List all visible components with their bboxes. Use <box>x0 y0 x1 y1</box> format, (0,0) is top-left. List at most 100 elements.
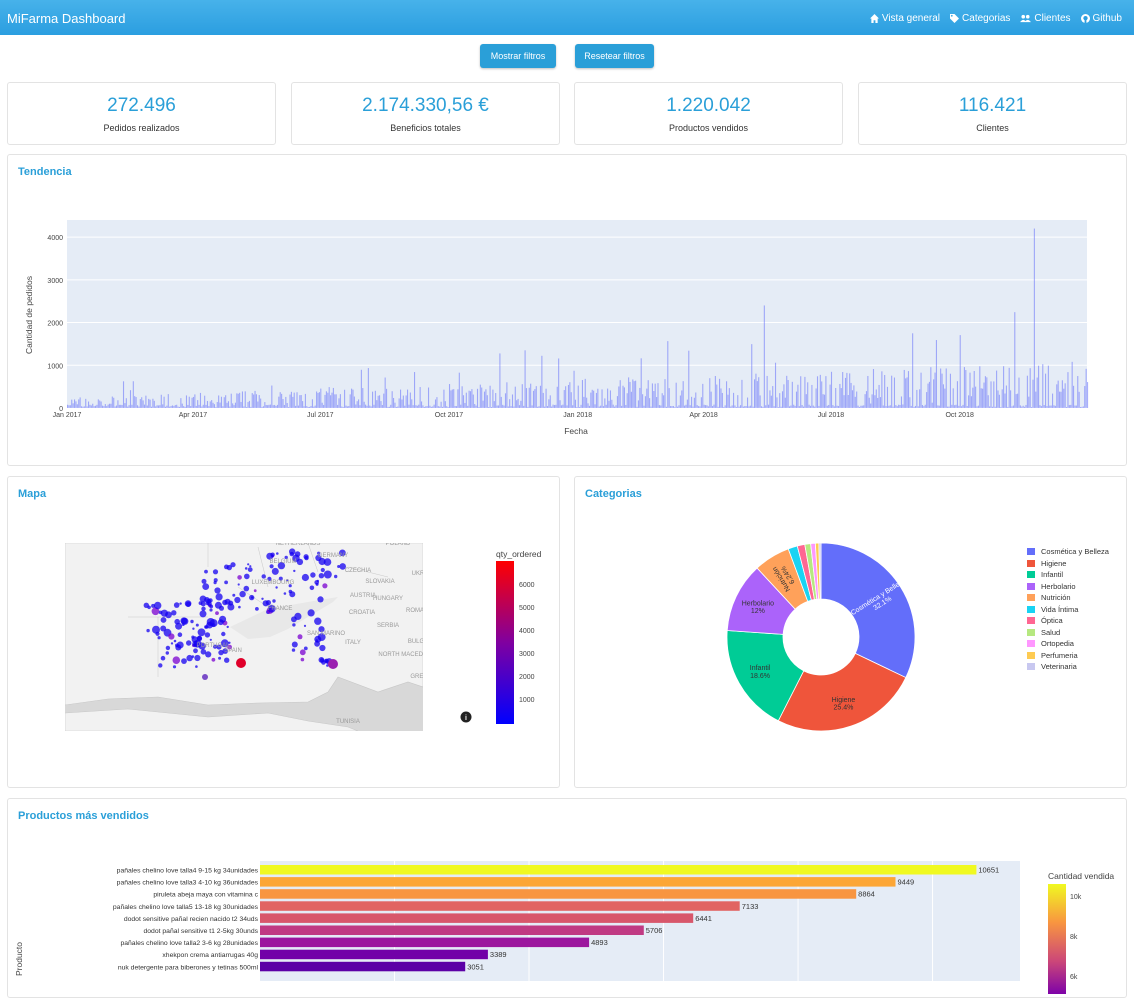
trend-bar <box>383 393 385 408</box>
product-bar[interactable] <box>260 901 740 911</box>
trend-bar <box>940 368 942 408</box>
products-bar-chart[interactable]: 10651 9449 8864 7133 6441 5706 4893 3389 3051 pa… <box>8 799 1126 999</box>
x-tick-label: Apr 2017 <box>179 412 208 419</box>
legend-item[interactable]: Vida Íntima <box>1027 605 1078 614</box>
trend-bar <box>566 405 568 408</box>
nav-link-vista-general[interactable]: Vista general <box>869 13 940 24</box>
colorbar <box>496 561 514 724</box>
map-dot <box>226 625 229 629</box>
map-dot <box>173 639 177 643</box>
trend-bar <box>344 389 346 408</box>
trend-bar <box>261 406 263 408</box>
map-dot <box>307 609 315 617</box>
trend-bar <box>232 403 234 408</box>
trend-bar <box>872 369 875 408</box>
trend-bar <box>103 406 105 408</box>
y-axis-label: Producto <box>14 942 24 976</box>
trend-bar <box>1028 396 1030 408</box>
pie-slice[interactable] <box>820 542 916 679</box>
trend-bar <box>110 403 112 408</box>
show-filters-button[interactable]: Mostrar filtros <box>480 44 556 68</box>
trend-bar <box>941 373 943 408</box>
map-dot <box>181 658 187 664</box>
map-dot <box>222 599 228 606</box>
map-dot <box>205 601 210 606</box>
products-card: Productos más vendidos 10651 9449 8864 7133… <box>7 798 1127 998</box>
map-dot <box>275 586 278 589</box>
trend-bar <box>644 396 646 408</box>
map-country-label: CROATIA <box>349 610 375 616</box>
legend-swatch <box>1027 628 1035 636</box>
trend-bar <box>706 405 708 408</box>
trend-bar <box>823 394 826 408</box>
trend-bar <box>914 405 916 408</box>
legend-item[interactable]: Herbolario <box>1027 582 1076 591</box>
trend-bar <box>325 391 327 408</box>
brand-title[interactable]: MiFarma Dashboard <box>7 11 126 26</box>
map-dot <box>197 628 206 637</box>
legend-item[interactable]: Nutrición <box>1027 593 1071 602</box>
product-bar[interactable] <box>260 961 466 972</box>
trend-bar <box>1052 393 1054 408</box>
trend-bar <box>283 404 285 408</box>
nav-link-github[interactable]: Github <box>1080 13 1122 24</box>
colorbar-title: Cantidad vendida <box>1048 871 1114 881</box>
trend-chart[interactable]: 01000200030004000 Jan 2017 Apr 2017 Jul 20… <box>8 155 1126 455</box>
map-dot <box>195 623 199 627</box>
trend-bar <box>1018 377 1020 408</box>
trend-bar <box>853 385 855 408</box>
trend-bar <box>707 406 709 408</box>
trend-bar <box>724 405 726 408</box>
trend-bar <box>801 405 803 408</box>
product-bar[interactable] <box>260 937 590 948</box>
product-bar[interactable] <box>260 889 857 899</box>
trend-bar <box>868 397 870 408</box>
map-chart[interactable]: NETHERLANDS POLAND BELGIUM GERMANY CZECHIA UK… <box>8 477 559 787</box>
product-bar[interactable] <box>260 949 488 960</box>
legend-item[interactable]: Higiene <box>1027 559 1066 568</box>
trend-bar <box>384 377 386 408</box>
legend-item[interactable]: Veterinaria <box>1027 662 1077 671</box>
legend-item[interactable]: Cosmética y Belleza <box>1027 547 1109 556</box>
trend-bar <box>69 405 71 408</box>
trend-bar <box>626 393 628 408</box>
legend-item[interactable]: Salud <box>1027 628 1060 637</box>
trend-bar <box>760 406 763 408</box>
kpi-card-products: 1.220.042 Productos vendidos <box>574 82 843 145</box>
trend-bar <box>1042 364 1044 408</box>
legend-item[interactable]: Óptica <box>1027 616 1063 625</box>
trend-bar <box>194 394 196 408</box>
trend-bar <box>187 404 189 408</box>
product-bar[interactable] <box>260 865 977 875</box>
product-bar[interactable] <box>260 913 694 923</box>
trend-bar <box>394 402 396 408</box>
nav-link-clientes[interactable]: Clientes <box>1020 13 1071 24</box>
trend-bar <box>921 404 923 408</box>
legend-item[interactable]: Perfumeria <box>1027 651 1078 660</box>
product-label: dodot pañal sensitive t1 2-5kg 30unds <box>144 928 259 935</box>
colorbar-title: qty_ordered <box>496 549 542 559</box>
nav-link-categorias[interactable]: Categorias <box>950 13 1010 24</box>
trend-bar <box>734 405 736 408</box>
map-dot <box>175 643 179 648</box>
map-country-label: CZECHIA <box>345 568 371 574</box>
product-bar[interactable] <box>260 877 896 887</box>
trend-bar <box>96 404 98 408</box>
trend-bar <box>713 404 715 408</box>
trend-bar <box>370 406 372 408</box>
legend-item[interactable]: Ortopedia <box>1027 639 1074 648</box>
product-bar[interactable] <box>260 925 644 936</box>
trend-bar <box>658 405 660 408</box>
trend-bar <box>598 406 600 408</box>
reset-filters-button[interactable]: Resetear filtros <box>575 44 654 68</box>
trend-bar <box>740 405 742 408</box>
map-country-label: ITALY <box>345 640 361 646</box>
legend-swatch <box>1027 663 1035 670</box>
legend-item[interactable]: Infantil <box>1027 570 1063 579</box>
map-dot <box>194 654 201 662</box>
trend-bar <box>303 406 305 408</box>
trend-bar <box>692 406 694 408</box>
trend-bar <box>211 400 213 408</box>
trend-bar <box>891 375 893 408</box>
trend-bar <box>243 406 245 408</box>
